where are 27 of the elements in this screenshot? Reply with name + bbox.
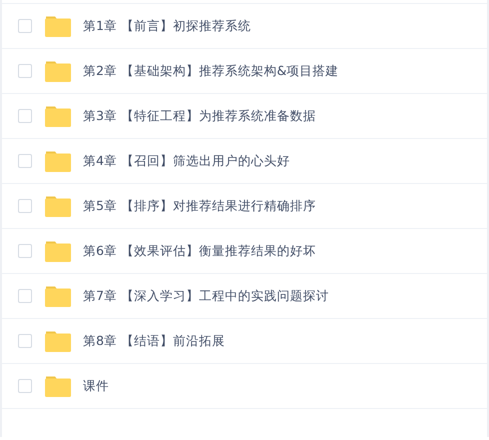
folder-name[interactable]: 第3章 【特征工程】为推荐系统准备数据 (83, 108, 316, 124)
folder-name[interactable]: 第7章 【深入学习】工程中的实践问题探讨 (83, 288, 329, 304)
checkbox[interactable] (18, 244, 32, 258)
folder-name[interactable]: 课件 (83, 378, 109, 394)
folder-icon (45, 60, 71, 82)
checkbox[interactable] (18, 64, 32, 78)
folder-icon (45, 285, 71, 307)
checkbox[interactable] (18, 199, 32, 213)
checkbox[interactable] (18, 379, 32, 393)
folder-name[interactable]: 第2章 【基础架构】推荐系统架构&项目搭建 (83, 62, 339, 80)
checkbox[interactable] (18, 289, 32, 303)
folder-name[interactable]: 第5章 【排序】对推荐结果进行精确排序 (83, 198, 316, 214)
folder-name[interactable]: 第1章 【前言】初探推荐系统 (83, 18, 251, 34)
checkbox[interactable] (18, 334, 32, 348)
checkbox[interactable] (18, 19, 32, 33)
folder-icon (45, 330, 71, 352)
folder-icon (45, 195, 71, 217)
folder-icon (45, 240, 71, 262)
folder-name[interactable]: 第4章 【召回】筛选出用户的心头好 (83, 152, 290, 170)
folder-name[interactable]: 第6章 【效果评估】衡量推荐结果的好坏 (83, 242, 316, 260)
folder-icon (45, 105, 71, 127)
checkbox[interactable] (18, 109, 32, 123)
folder-name[interactable]: 第8章 【结语】前沿拓展 (83, 332, 225, 350)
checkbox[interactable] (18, 154, 32, 168)
folder-icon (45, 375, 71, 397)
folder-icon (45, 150, 71, 172)
folder-icon (45, 15, 71, 37)
